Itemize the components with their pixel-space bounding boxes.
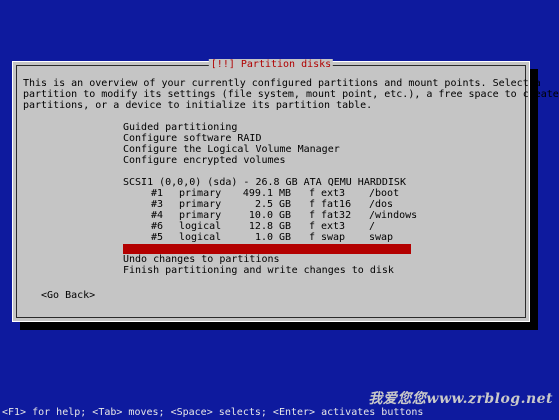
menu-item-guided-partitioning[interactable]: Guided partitioning: [123, 122, 439, 133]
partition-type: primary: [179, 199, 222, 210]
menu-item-software-raid[interactable]: Configure software RAID: [123, 133, 439, 144]
partition-format-flag: f: [308, 210, 316, 221]
partition-number: #1: [151, 188, 164, 199]
menu-item-encrypted-volumes[interactable]: Configure encrypted volumes: [123, 155, 439, 166]
menu-item-undo-changes[interactable]: Undo changes to partitions: [123, 254, 439, 265]
partition-format-flag: f: [308, 221, 316, 232]
partition-size: 10.0: [248, 210, 273, 221]
partition-mount-point: /dos: [369, 199, 394, 210]
partition-size: 499.1: [242, 188, 273, 199]
partition-disks-dialog: [!!] Partition disks This is an overview…: [12, 59, 559, 322]
intro-text: This is an overview of your currently co…: [23, 78, 559, 111]
partition-filesystem: fat16: [321, 199, 352, 210]
partition-mount-point: /windows: [369, 210, 418, 221]
partition-filesystem: ext3: [321, 221, 346, 232]
disk-device-row[interactable]: SCSI1 (0,0,0) (sda) - 26.8 GB ATA QEMU H…: [123, 177, 439, 188]
partition-filesystem: ext3: [321, 188, 346, 199]
partition-size-unit: GB: [279, 210, 292, 221]
partition-format-flag: f: [308, 232, 316, 243]
partition-mount-point: /: [369, 221, 376, 232]
partition-size: 1.0: [254, 232, 273, 243]
partition-type: logical: [179, 221, 222, 232]
partition-type: primary: [179, 210, 222, 221]
selected-free-space-row[interactable]: [123, 244, 411, 254]
help-status-bar: <F1> for help; <Tab> moves; <Space> sele…: [2, 407, 424, 418]
partition-mount-point: swap: [369, 232, 394, 243]
partition-mount-point: /boot: [369, 188, 400, 199]
partition-number: #5: [151, 232, 164, 243]
menu-item-finish-partitioning[interactable]: Finish partitioning and write changes to…: [123, 265, 439, 276]
partition-format-flag: f: [308, 188, 316, 199]
partition-number: #4: [151, 210, 164, 221]
menu-spacer: [123, 166, 439, 177]
partition-type: logical: [179, 232, 222, 243]
go-back-button[interactable]: <Go Back>: [41, 290, 95, 301]
watermark-logo: 我爱您您www.zrblog.net: [368, 391, 553, 407]
partition-row[interactable]: #6 logical 12.8 GB f ext3 /: [123, 221, 439, 232]
partition-row[interactable]: #1 primary 499.1 MB f ext3 /boot: [123, 188, 439, 199]
menu-item-lvm[interactable]: Configure the Logical Volume Manager: [123, 144, 439, 155]
partition-row[interactable]: #5 logical 1.0 GB f swap swap: [123, 232, 439, 243]
partition-number: #6: [151, 221, 164, 232]
partition-menu: Guided partitioning Configure software R…: [123, 122, 439, 276]
partition-number: #3: [151, 199, 164, 210]
partition-filesystem: swap: [321, 232, 346, 243]
partition-size-unit: GB: [279, 232, 292, 243]
partition-format-flag: f: [308, 199, 316, 210]
partition-size: 12.8: [248, 221, 273, 232]
dialog-title: [!!] Partition disks: [208, 59, 334, 70]
partition-row[interactable]: #3 primary 2.5 GB f fat16 /dos: [123, 199, 439, 210]
partition-size-unit: GB: [279, 199, 292, 210]
partition-size: 2.5: [254, 199, 273, 210]
partition-size-unit: GB: [279, 221, 292, 232]
partition-row[interactable]: #4 primary 10.0 GB f fat32 /windows: [123, 210, 439, 221]
partition-size-unit: MB: [279, 188, 292, 199]
partition-filesystem: fat32: [321, 210, 352, 221]
partition-type: primary: [179, 188, 222, 199]
